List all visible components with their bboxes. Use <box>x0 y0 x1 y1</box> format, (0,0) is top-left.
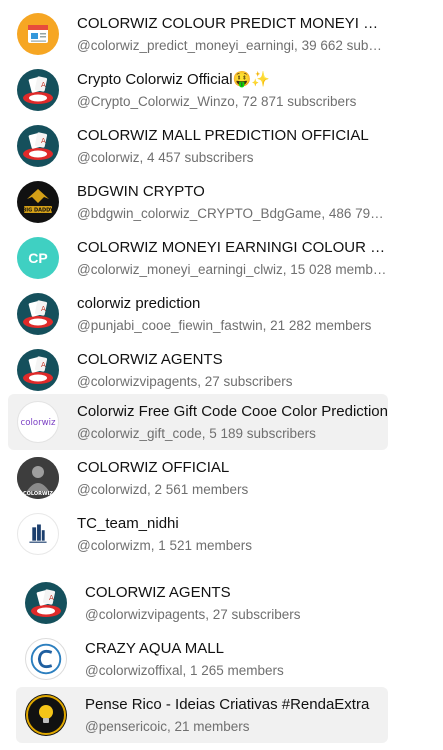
casino-chips-icon: A <box>17 125 59 167</box>
channel-title: COLORWIZ MALL PREDICTION OFFICIAL <box>77 126 369 144</box>
big-daddy-logo: BIG DADDY <box>17 181 59 223</box>
list-item[interactable]: BIG DADDY BDGWIN CRYPTO @bdgwin_colorwiz… <box>8 174 388 230</box>
list-item[interactable]: A COLORWIZ MALL PREDICTION OFFICIAL @col… <box>8 118 388 174</box>
channel-subtitle: @colorwizoffixal, 1 265 members <box>85 662 284 678</box>
channel-subtitle: @colorwiz_moneyi_earningi_clwiz, 15 028 … <box>77 261 388 277</box>
channel-subtitle: @colorwizvipagents, 27 subscribers <box>77 373 293 389</box>
channel-subtitle: @colorwizd, 2 561 members <box>77 481 249 497</box>
svg-text:A: A <box>49 594 54 602</box>
svg-text:colorwiz: colorwiz <box>21 418 56 428</box>
svg-text:A: A <box>41 81 46 89</box>
player-avatar-icon: COLORWIZ <box>17 457 59 499</box>
svg-text:A: A <box>41 361 46 369</box>
channel-title: colorwiz prediction <box>77 294 201 312</box>
channel-title: BDGWIN CRYPTO <box>77 182 205 200</box>
channel-subtitle: @Crypto_Colorwiz_Winzo, 72 871 subscribe… <box>77 93 357 109</box>
list-item[interactable]: COLORWIZ COLOUR PREDICT MONEYI EARNINGI … <box>8 6 388 62</box>
channel-subtitle: @colorwiz_predict_moneyi_earningi, 39 66… <box>77 37 388 53</box>
channel-subtitle: @punjabi_cooe_fiewin_fastwin, 21 282 mem… <box>77 317 372 333</box>
channel-subtitle: @pensericoic, 21 members <box>85 718 250 734</box>
channel-title: Crypto Colorwiz Official🤑✨ <box>77 70 270 88</box>
list-item[interactable]: A Crypto Colorwiz Official🤑✨ @Crypto_Col… <box>8 62 388 118</box>
list-item[interactable]: A COLORWIZ AGENTS @colorwizvipagents, 27… <box>16 575 388 631</box>
channel-initials-avatar: CP <box>17 237 59 279</box>
casino-chips-icon: A <box>17 349 59 391</box>
list-item[interactable]: COLORWIZ COLORWIZ OFFICIAL @colorwizd, 2… <box>8 450 388 506</box>
list-item[interactable]: A colorwiz prediction @punjabi_cooe_fiew… <box>8 286 388 342</box>
building-logo <box>17 513 59 555</box>
lightbulb-logo <box>25 694 67 736</box>
news-icon <box>17 13 59 55</box>
list-item[interactable]: TC_team_nidhi @colorwizm, 1 521 members <box>8 506 388 562</box>
casino-chips-icon: A <box>25 582 67 624</box>
colorwiz-logo: colorwiz <box>17 401 59 443</box>
channel-title: COLORWIZ COLOUR PREDICT MONEYI EARNINGI <box>77 14 388 32</box>
channel-title: CRAZY AQUA MALL <box>85 639 224 657</box>
list-item[interactable]: colorwiz Colorwiz Free Gift Code Cooe Co… <box>8 394 388 450</box>
list-item[interactable]: CRAZY AQUA MALL @colorwizoffixal, 1 265 … <box>16 631 388 687</box>
channel-subtitle: @colorwiz, 4 457 subscribers <box>77 149 254 165</box>
channel-title: COLORWIZ AGENTS <box>77 350 223 368</box>
channel-title: TC_team_nidhi <box>77 514 179 532</box>
channel-subtitle: @colorwiz_gift_code, 5 189 subscribers <box>77 425 316 441</box>
list-item[interactable]: CP COLORWIZ MONEYI EARNINGI COLOUR PREDI… <box>8 230 388 286</box>
casino-chips-icon: A <box>17 293 59 335</box>
list-item[interactable]: Pense Rico - Ideias Criativas #RendaExtr… <box>16 687 388 743</box>
aqua-c-logo <box>25 638 67 680</box>
channel-title: Pense Rico - Ideias Criativas #RendaExtr… <box>85 695 370 713</box>
channel-subtitle: @bdgwin_colorwiz_CRYPTO_BdgGame, 486 791… <box>77 205 388 221</box>
svg-text:COLORWIZ: COLORWIZ <box>23 491 53 497</box>
svg-text:BIG DADDY: BIG DADDY <box>22 208 53 214</box>
channel-title: Colorwiz Free Gift Code Cooe Color Predi… <box>77 402 388 420</box>
list-item[interactable]: A COLORWIZ AGENTS @colorwizvipagents, 27… <box>8 342 388 398</box>
channel-title: COLORWIZ OFFICIAL <box>77 458 230 476</box>
svg-text:A: A <box>41 137 46 145</box>
casino-chips-icon: A <box>17 69 59 111</box>
channel-subtitle: @colorwizm, 1 521 members <box>77 537 253 553</box>
channel-subtitle: @colorwizvipagents, 27 subscribers <box>85 606 301 622</box>
svg-text:A: A <box>41 305 46 313</box>
channel-title: COLORWIZ AGENTS <box>85 583 231 601</box>
channel-title: COLORWIZ MONEYI EARNINGI COLOUR PREDICT <box>77 238 388 256</box>
